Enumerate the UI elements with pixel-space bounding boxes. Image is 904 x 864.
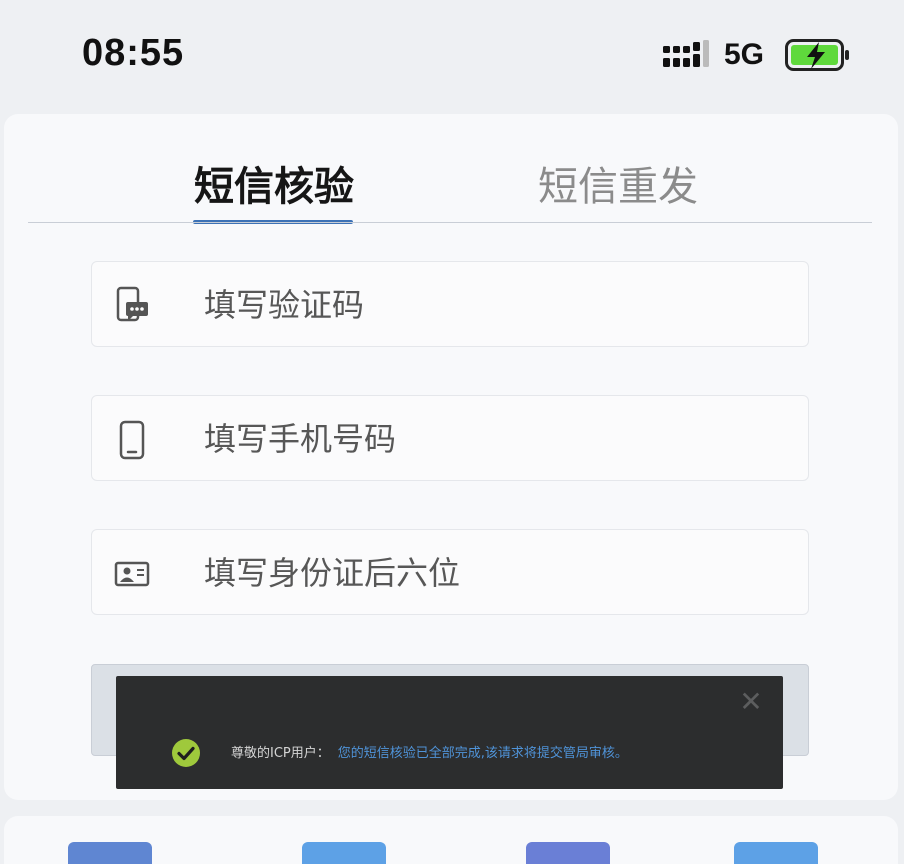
id-field[interactable] (91, 529, 809, 615)
id-card-icon (114, 561, 150, 587)
id-input[interactable] (204, 546, 784, 600)
toast-message: 您的短信核验已全部完成,该请求将提交管局审核。 (337, 746, 628, 761)
bottom-nav-button-2[interactable] (302, 842, 386, 864)
check-circle-icon (172, 739, 200, 767)
phone-input[interactable] (204, 412, 784, 466)
bottom-nav-button-1[interactable] (68, 842, 152, 864)
tab-sms-resend[interactable]: 短信重发 (538, 154, 698, 212)
success-toast: ✕ 尊敬的ICP用户： 您的短信核验已全部完成,该请求将提交管局审核。 (116, 676, 783, 789)
phone-field[interactable] (91, 395, 809, 481)
tab-divider (28, 222, 872, 223)
status-time: 08:55 (82, 32, 185, 74)
bottom-nav-button-4[interactable] (734, 842, 818, 864)
close-icon[interactable]: ✕ (737, 688, 765, 716)
bottom-nav-button-3[interactable] (526, 842, 610, 864)
toast-greeting: 尊敬的ICP用户： (231, 746, 330, 761)
status-bar: 08:55 5G (0, 0, 904, 112)
code-field[interactable] (91, 261, 809, 347)
battery-charging-icon (785, 39, 849, 71)
signal-icon (663, 40, 709, 67)
network-type: 5G (724, 38, 765, 71)
bottom-nav (4, 816, 898, 864)
tab-sms-verify[interactable]: 短信核验 (194, 154, 354, 212)
phone-icon (119, 420, 145, 460)
code-input[interactable] (204, 278, 784, 332)
sms-code-icon (116, 286, 148, 322)
toast-text: 尊敬的ICP用户： 您的短信核验已全部完成,该请求将提交管局审核。 (231, 742, 628, 761)
